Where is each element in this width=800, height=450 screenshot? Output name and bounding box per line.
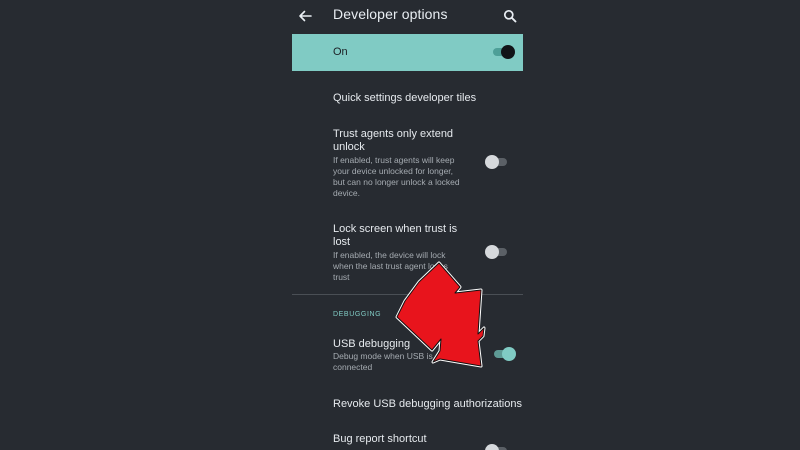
toggle-thumb bbox=[485, 245, 499, 259]
setting-title-line-2: unlock bbox=[333, 141, 365, 153]
setting-summary-line-1: If enabled, the device will lock bbox=[333, 250, 446, 260]
setting-title: Revoke USB debugging authorizations bbox=[333, 398, 522, 410]
setting-title: Quick settings developer tiles bbox=[333, 92, 477, 104]
lock-screen-trust-toggle[interactable] bbox=[485, 245, 509, 259]
bug-report-toggle[interactable] bbox=[485, 444, 509, 450]
setting-bug-report-shortcut[interactable]: Bug report shortcut bbox=[292, 428, 523, 450]
setting-title: Bug report shortcut bbox=[333, 433, 427, 445]
setting-revoke-usb-debugging[interactable]: Revoke USB debugging authorizations bbox=[292, 390, 523, 418]
page-title: Developer options bbox=[333, 6, 448, 22]
setting-summary-line-3: trust bbox=[333, 272, 350, 282]
master-toggle[interactable] bbox=[491, 45, 515, 59]
setting-summary-line-1: If enabled, trust agents will keep bbox=[333, 155, 455, 165]
search-button[interactable] bbox=[499, 5, 521, 27]
search-icon bbox=[503, 9, 517, 23]
setting-summary-line-2: connected bbox=[333, 362, 373, 372]
back-arrow-icon bbox=[299, 10, 312, 22]
developer-options-screen: Developer options On Quick settings deve… bbox=[0, 0, 800, 450]
master-switch-label: On bbox=[333, 46, 348, 58]
setting-title-line-1: Lock screen when trust is bbox=[333, 223, 458, 235]
setting-title: USB debugging bbox=[333, 338, 411, 350]
back-button[interactable] bbox=[294, 5, 316, 27]
setting-title-line-1: Trust agents only extend bbox=[333, 128, 454, 140]
trust-agents-toggle[interactable] bbox=[485, 155, 509, 169]
toggle-thumb bbox=[485, 444, 499, 450]
setting-usb-debugging[interactable]: USB debugging Debug mode when USB is con… bbox=[292, 334, 523, 378]
debugging-section-header: DEBUGGING bbox=[333, 311, 382, 318]
master-toggle-thumb bbox=[501, 45, 515, 59]
setting-summary-line-3: but can no longer unlock a locked bbox=[333, 177, 460, 187]
section-divider bbox=[292, 294, 523, 295]
setting-title-line-2: lost bbox=[333, 236, 351, 248]
setting-quick-settings-tiles[interactable]: Quick settings developer tiles bbox=[292, 84, 523, 114]
setting-lock-screen-when-trust-lost[interactable]: Lock screen when trust is lost If enable… bbox=[292, 219, 523, 285]
developer-options-master-switch[interactable]: On bbox=[292, 34, 523, 71]
app-bar: Developer options bbox=[292, 0, 523, 33]
toggle-thumb bbox=[485, 155, 499, 169]
setting-trust-agents-extend-unlock[interactable]: Trust agents only extend unlock If enabl… bbox=[292, 124, 523, 204]
setting-summary-line-2: when the last trust agent loses bbox=[333, 261, 448, 271]
setting-summary-line-4: device. bbox=[333, 188, 360, 198]
toggle-thumb bbox=[502, 347, 516, 361]
setting-summary-line-1: Debug mode when USB is bbox=[333, 351, 433, 361]
setting-summary-line-2: your device unlocked for longer, bbox=[333, 166, 454, 176]
usb-debugging-toggle[interactable] bbox=[492, 347, 516, 361]
